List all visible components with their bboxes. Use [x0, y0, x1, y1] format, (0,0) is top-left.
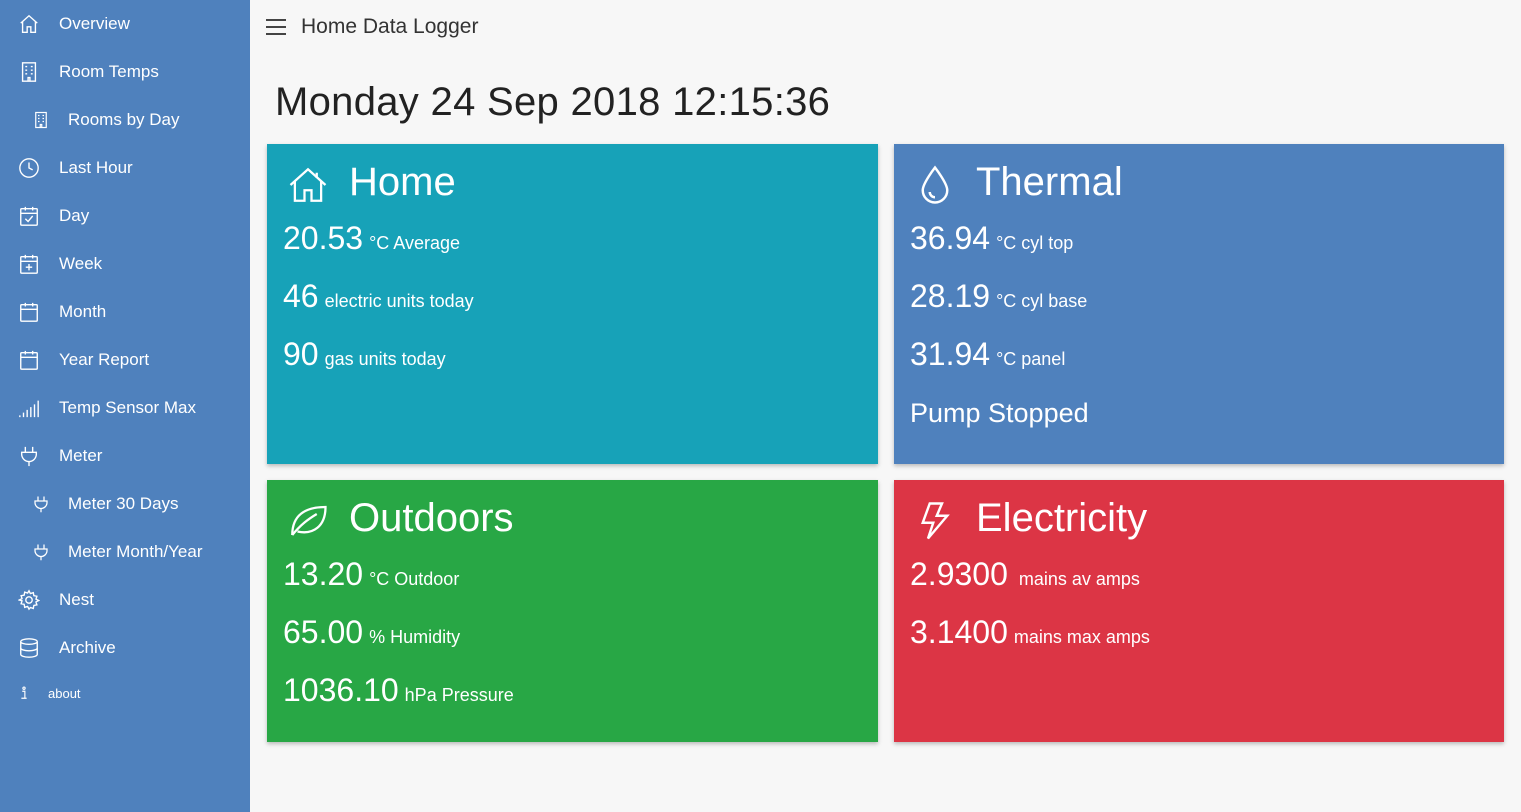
value: 65.00	[283, 614, 364, 650]
home-icon	[18, 13, 40, 35]
unit: gas units today	[324, 349, 446, 369]
unit: °C Average	[369, 233, 461, 253]
pump-status: Pump Stopped	[910, 398, 1089, 428]
mains-max-amps: 3.1400 mains max amps	[910, 614, 1150, 651]
sidebar-item-label: Meter Month/Year	[68, 542, 203, 561]
sidebar-item-label: Last Hour	[59, 158, 133, 177]
unit: °C Outdoor	[369, 569, 460, 589]
sidebar-item-about[interactable]: about	[0, 673, 250, 713]
sidebar-item-overview[interactable]: Overview	[0, 4, 250, 44]
value: 28.19	[910, 278, 991, 314]
current-datetime: Monday 24 Sep 2018 12:15:36	[275, 80, 831, 124]
sidebar-item-day[interactable]: Day	[0, 196, 250, 236]
sidebar: Overview Room Temps Rooms by Day Last Ho…	[0, 0, 250, 812]
mains-av-amps: 2.9300 mains av amps	[910, 556, 1140, 593]
unit: mains av amps	[1013, 569, 1140, 589]
card-title: Outdoors	[349, 496, 514, 540]
plug-icon	[32, 495, 50, 513]
home-gas-units: 90 gas units today	[283, 336, 446, 373]
unit: mains max amps	[1013, 627, 1150, 647]
unit: electric units today	[324, 291, 474, 311]
sidebar-item-meter[interactable]: Meter	[0, 436, 250, 476]
sidebar-item-archive[interactable]: Archive	[0, 628, 250, 668]
sidebar-item-rooms-by-day[interactable]: Rooms by Day	[0, 100, 250, 140]
info-icon	[18, 686, 30, 700]
building-icon	[18, 61, 40, 83]
sidebar-item-label: Rooms by Day	[68, 110, 180, 129]
card-title: Electricity	[976, 496, 1148, 540]
unit: °C cyl top	[996, 233, 1074, 253]
sidebar-item-label: Week	[59, 254, 103, 273]
sidebar-item-label: Month	[59, 302, 107, 321]
thermal-panel: 31.94 °C panel	[910, 336, 1065, 373]
gear-icon	[18, 589, 40, 611]
home-card: Home 20.53 °C Average 46 electric units to…	[267, 144, 878, 464]
lightning-icon	[914, 500, 956, 542]
value: 36.94	[910, 220, 991, 256]
outdoor-pressure: 1036.10 hPa Pressure	[283, 672, 514, 709]
value: 13.20	[283, 556, 364, 592]
value: 1036.10	[283, 672, 399, 708]
sidebar-item-label: Temp Sensor Max	[59, 398, 196, 417]
unit: % Humidity	[369, 627, 461, 647]
sidebar-item-last-hour[interactable]: Last Hour	[0, 148, 250, 188]
home-icon	[287, 164, 329, 206]
value: 2.9300	[910, 556, 1008, 592]
sidebar-item-label: Archive	[59, 638, 116, 657]
unit: °C cyl base	[996, 291, 1088, 311]
app-title: Home Data Logger	[301, 15, 479, 38]
calendar-icon	[18, 301, 40, 323]
calendar-plus-icon	[18, 253, 40, 275]
value: 31.94	[910, 336, 991, 372]
plug-icon	[18, 445, 40, 467]
sidebar-item-label: Nest	[59, 590, 94, 609]
sidebar-item-year-report[interactable]: Year Report	[0, 340, 250, 380]
value: 90	[283, 336, 319, 372]
thermal-cyl-top: 36.94 °C cyl top	[910, 220, 1073, 257]
sidebar-item-meter-month-year[interactable]: Meter Month/Year	[0, 532, 250, 572]
calendar-check-icon	[18, 205, 40, 227]
home-electric-units: 46 electric units today	[283, 278, 474, 315]
database-icon	[18, 637, 40, 659]
sidebar-item-label: Room Temps	[59, 62, 159, 81]
leaf-icon	[287, 500, 329, 542]
value: 46	[283, 278, 319, 314]
unit: hPa Pressure	[404, 685, 514, 705]
hamburger-menu-icon[interactable]	[266, 19, 286, 35]
sidebar-item-label: Meter	[59, 446, 103, 465]
building-icon	[32, 111, 50, 129]
sidebar-item-meter-30-days[interactable]: Meter 30 Days	[0, 484, 250, 524]
sidebar-item-label: about	[48, 685, 81, 701]
sidebar-item-label: Meter 30 Days	[68, 494, 179, 513]
top-bar: Home Data Logger	[250, 0, 1521, 56]
plug-icon	[32, 543, 50, 561]
outdoors-card: Outdoors 13.20 °C Outdoor 65.00% Humidity…	[267, 480, 878, 742]
sidebar-item-nest[interactable]: Nest	[0, 580, 250, 620]
card-title: Home	[349, 160, 456, 204]
card-title: Thermal	[976, 160, 1123, 204]
calendar-icon	[18, 349, 40, 371]
sidebar-item-label: Day	[59, 206, 90, 225]
sidebar-item-week[interactable]: Week	[0, 244, 250, 284]
sidebar-item-label: Overview	[59, 14, 130, 33]
outdoor-humidity: 65.00% Humidity	[283, 614, 460, 651]
outdoor-temp: 13.20 °C Outdoor	[283, 556, 459, 593]
electricity-card: Electricity 2.9300 mains av amps 3.1400 m…	[894, 480, 1504, 742]
sidebar-item-room-temps[interactable]: Room Temps	[0, 52, 250, 92]
home-average-temp: 20.53 °C Average	[283, 220, 460, 257]
droplet-icon	[914, 164, 956, 206]
value: 20.53	[283, 220, 364, 256]
thermal-cyl-base: 28.19 °C cyl base	[910, 278, 1087, 315]
value: 3.1400	[910, 614, 1008, 650]
thermal-card: Thermal 36.94 °C cyl top 28.19 °C cyl base…	[894, 144, 1504, 464]
clock-icon	[18, 157, 40, 179]
sidebar-item-label: Year Report	[59, 350, 150, 369]
sidebar-item-month[interactable]: Month	[0, 292, 250, 332]
signal-bars-icon	[18, 397, 40, 419]
sidebar-item-temp-sensor-max[interactable]: Temp Sensor Max	[0, 388, 250, 428]
unit: °C panel	[996, 349, 1066, 369]
